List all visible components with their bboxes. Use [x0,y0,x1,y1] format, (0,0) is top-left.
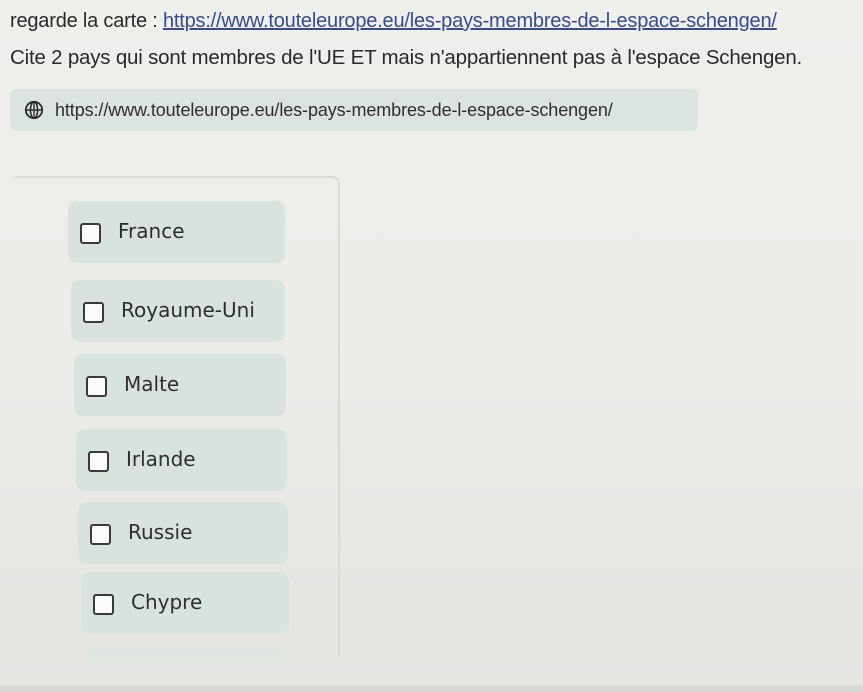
checkbox-icon[interactable] [83,302,104,323]
instruction-prefix: regarde la carte : [10,10,163,32]
option-malte[interactable]: Malte [74,354,286,416]
option-label: Irlande [126,447,196,471]
schengen-map-link[interactable]: https://www.touteleurope.eu/les-pays-mem… [163,10,777,32]
checkbox-icon[interactable] [88,451,109,472]
checkbox-icon[interactable] [93,594,114,615]
bottom-strip [0,684,863,692]
question-text: Cite 2 pays qui sont membres de l'UE ET … [10,46,803,69]
option-royaume-uni[interactable]: Royaume-Uni [71,280,285,342]
option-irlande[interactable]: Irlande [76,429,287,491]
globe-icon [24,100,44,120]
checkbox-icon[interactable] [86,376,107,397]
link-preview-url: https://www.touteleurope.eu/les-pays-mem… [55,100,613,120]
option-france[interactable]: France [68,201,285,263]
link-preview-chip[interactable]: https://www.touteleurope.eu/les-pays-mem… [10,89,698,131]
instruction-line-map: regarde la carte : https://www.touteleur… [10,10,777,33]
option-label: Russie [128,520,193,544]
option-label: Malte [124,372,180,396]
option-chypre[interactable]: Chypre [81,572,289,634]
option-russie[interactable]: Russie [78,502,288,564]
option-label: Chypre [131,590,203,614]
option-next-partial[interactable] [86,648,286,660]
checkbox-icon[interactable] [90,524,111,545]
option-label: France [118,219,185,243]
option-label: Royaume-Uni [121,298,255,322]
checkbox-icon[interactable] [80,223,101,244]
